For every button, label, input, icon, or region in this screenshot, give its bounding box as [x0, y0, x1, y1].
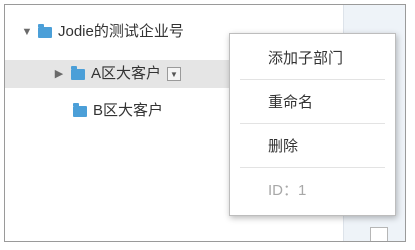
node-menu-dropdown-button[interactable]: ▼ [167, 67, 182, 81]
context-menu: 添加子部门 重命名 删除 ID：1 [229, 33, 396, 216]
tree-node-label: Jodie的测试企业号 [58, 23, 184, 40]
folder-icon [38, 23, 52, 38]
tree-node-label: A区大客户 [91, 65, 162, 82]
row-checkbox[interactable] [370, 227, 388, 241]
tree-node-label: B区大客户 [93, 102, 164, 119]
menu-item-id: ID：1 [268, 182, 307, 199]
folder-icon [71, 65, 85, 80]
collapse-arrow-icon[interactable]: ▼ [21, 18, 33, 46]
folder-icon [73, 102, 87, 117]
menu-item-add-sub-department[interactable]: 添加子部门 [230, 36, 395, 79]
menu-item-rename[interactable]: 重命名 [230, 80, 395, 123]
expand-arrow-icon[interactable]: ▶ [53, 60, 65, 88]
department-panel: ▼ Jodie的测试企业号 ▶ A区大客户 ▼ B区大客户 添加子部门 重命名 … [4, 4, 406, 242]
menu-item-delete[interactable]: 删除 [230, 124, 395, 167]
